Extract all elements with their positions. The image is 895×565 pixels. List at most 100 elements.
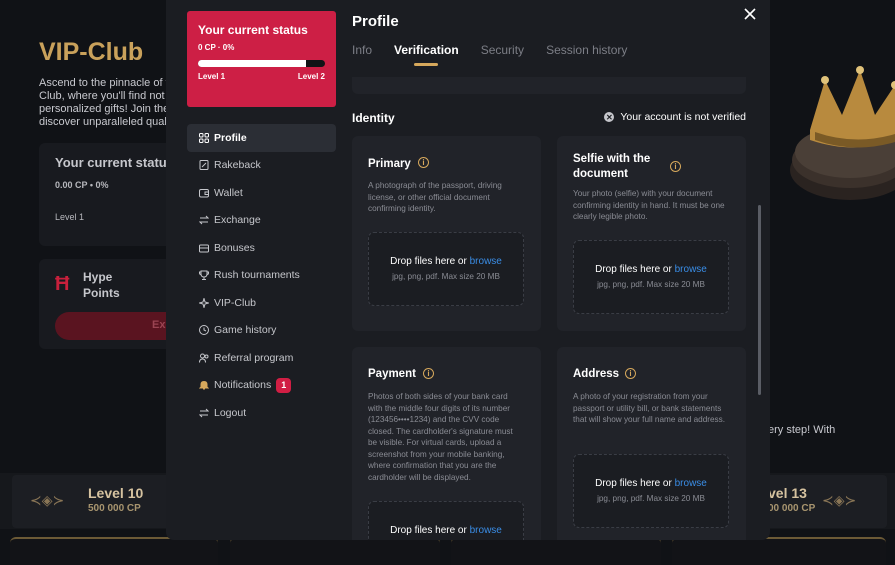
dropzone-hint: jpg, png, pdf. Max size 20 MB [597, 280, 705, 289]
vip-club-description: Ascend to the pinnacle of th Club, where… [39, 77, 178, 128]
bg-status-title: Your current status [55, 155, 174, 170]
level-10-cp: 500 000 CP [88, 503, 141, 514]
sidebar-item-label: Bonuses [214, 241, 255, 254]
wallet-icon [198, 187, 209, 198]
info-icon[interactable]: i [423, 368, 434, 379]
crown-chips-image [790, 66, 895, 200]
profile-tabs: Info Verification Security Session histo… [352, 43, 649, 66]
browse-link[interactable]: browse [470, 256, 502, 267]
status-progress-fill [198, 60, 306, 67]
browse-link[interactable]: browse [470, 525, 502, 536]
verification-content: Identity ✕ Your account is not verified … [352, 77, 746, 540]
sidebar-item-label: Logout [214, 406, 247, 419]
reward-card [672, 537, 886, 565]
selfie-dropzone[interactable]: Drop files here or browse jpg, png, pdf.… [573, 240, 729, 314]
sidebar-item-label: Rush tournaments [214, 269, 300, 282]
reward-card [10, 537, 218, 565]
primary-document-card: Primary i A photograph of the passport, … [352, 136, 541, 331]
selfie-description: Your photo (selfie) with your document c… [573, 189, 725, 221]
tab-session-history[interactable]: Session history [546, 43, 627, 66]
payment-description: Photos of both sides of your bank card w… [368, 392, 513, 482]
clock-icon [198, 325, 209, 336]
gift-icon [198, 242, 209, 253]
page-title: Profile [352, 13, 399, 30]
selfie-document-card: Selfie with the document i Your photo (s… [557, 136, 746, 331]
tab-security[interactable]: Security [481, 43, 524, 66]
sidebar-item-notifications[interactable]: Notifications 1 [187, 372, 336, 400]
tab-verification[interactable]: Verification [394, 43, 459, 66]
grid-icon [198, 132, 209, 143]
sidebar-item-label: Exchange [214, 214, 261, 227]
trophy-icon [198, 270, 209, 281]
bg-right-text: ery step! With [768, 424, 836, 436]
notifications-count-badge: 1 [276, 377, 292, 393]
payment-dropzone[interactable]: Drop files here or browse jpg, png, pdf.… [368, 501, 524, 540]
sidebar-item-game-history[interactable]: Game history [187, 317, 336, 345]
payment-title: Payment [368, 368, 416, 380]
sidebar-item-label: Referral program [214, 351, 294, 364]
content-scrollbar[interactable] [758, 205, 761, 395]
close-icon[interactable] [740, 5, 760, 23]
sidebar-item-rakeback[interactable]: Rakeback [187, 152, 336, 180]
dropzone-prompt: Drop files here or [595, 264, 672, 275]
sidebar-item-rush-tournaments[interactable]: Rush tournaments [187, 262, 336, 290]
current-status-card: Your current status 0 CP · 0% Level 1 Le… [187, 11, 336, 107]
sidebar-item-referral-program[interactable]: Referral program [187, 344, 336, 372]
ornament-icon: ≺◈≻ [822, 492, 857, 508]
sidebar-item-label: Wallet [214, 186, 243, 199]
profile-sidebar: Profile Rakeback Wallet Exchange Bonuses [187, 124, 336, 427]
selfie-title: Selfie with the document [573, 153, 651, 180]
sidebar-item-wallet[interactable]: Wallet [187, 179, 336, 207]
dropzone-hint: jpg, png, pdf. Max size 20 MB [597, 494, 705, 503]
primary-dropzone[interactable]: Drop files here or browse jpg, png, pdf.… [368, 232, 524, 306]
previous-section-card [352, 77, 746, 94]
sidebar-item-logout[interactable]: Logout [187, 399, 336, 427]
sidebar-item-profile[interactable]: Profile [187, 124, 336, 152]
info-icon[interactable]: i [418, 157, 429, 168]
vip-club-heading: VIP-Club [39, 38, 144, 66]
status-title: Your current status [198, 23, 308, 37]
hype-points-label: Hype Points [83, 270, 120, 300]
browse-link[interactable]: browse [675, 264, 707, 275]
primary-description: A photograph of the passport, driving li… [368, 181, 502, 213]
info-icon[interactable]: i [670, 161, 681, 172]
payment-document-card: Payment i Photos of both sides of your b… [352, 347, 541, 540]
sidebar-item-bonuses[interactable]: Bonuses [187, 234, 336, 262]
primary-title: Primary [368, 158, 411, 170]
address-document-card: Address i A photo of your registration f… [557, 347, 746, 540]
address-description: A photo of your registration from your p… [573, 392, 726, 424]
verification-status-text: Your account is not verified [620, 111, 746, 123]
status-level-from: Level 1 [198, 72, 226, 81]
status-level-to: Level 2 [297, 72, 325, 81]
hype-logo-icon: Ħ [55, 273, 70, 295]
profile-modal: Your current status 0 CP · 0% Level 1 Le… [166, 0, 770, 540]
ornament-icon: ≺◈≻ [30, 492, 65, 508]
address-title: Address [573, 368, 620, 380]
reward-card [451, 537, 661, 565]
reward-card [230, 537, 440, 565]
sidebar-item-label: VIP-Club [214, 296, 257, 309]
status-cp: 0 CP · 0% [198, 43, 235, 52]
rakeback-icon [198, 160, 209, 171]
level-10-name: Level 10 [88, 485, 144, 501]
sidebar-item-label: Notifications [214, 379, 272, 392]
level-13-name: vel 13 [768, 485, 807, 501]
sidebar-item-exchange[interactable]: Exchange [187, 207, 336, 235]
sidebar-item-label: Rakeback [214, 159, 261, 172]
bg-status-cp: 0.00 CP • 0% [55, 180, 109, 190]
address-dropzone[interactable]: Drop files here or browse jpg, png, pdf.… [573, 454, 729, 528]
dropzone-hint: jpg, png, pdf. Max size 20 MB [392, 272, 500, 281]
dropzone-prompt: Drop files here or [595, 478, 672, 489]
bg-status-level: Level 1 [55, 212, 85, 222]
tab-info[interactable]: Info [352, 43, 372, 66]
sidebar-item-vip-club[interactable]: VIP-Club [187, 289, 336, 317]
browse-link[interactable]: browse [675, 478, 707, 489]
level-13-cp: 00 000 CP [768, 503, 816, 514]
dropzone-prompt: Drop files here or [390, 256, 467, 267]
sidebar-item-label: Game history [214, 324, 277, 337]
sparkle-icon [198, 297, 209, 308]
bell-icon [198, 380, 209, 391]
logout-icon [198, 407, 209, 418]
info-icon[interactable]: i [625, 368, 636, 379]
sidebar-item-label: Profile [214, 131, 247, 144]
